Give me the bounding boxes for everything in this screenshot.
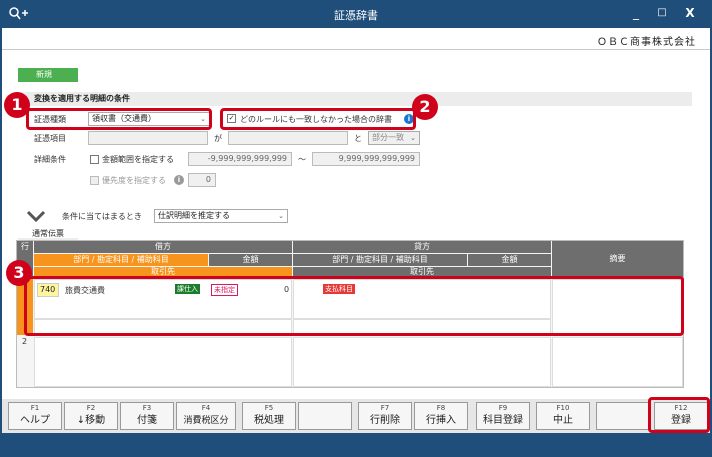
- debit-cell[interactable]: [34, 337, 292, 387]
- f3-sticky-button[interactable]: F3 付箋: [120, 402, 174, 430]
- company-name: ＯＢＣ商事株式会社: [597, 37, 696, 48]
- window-title: 証憑辞書: [334, 9, 378, 22]
- f5-tax-process-button[interactable]: F5 税処理: [242, 402, 296, 430]
- close-button[interactable]: X: [682, 5, 698, 21]
- f11-blank-button[interactable]: [596, 402, 650, 430]
- tab-normal-voucher[interactable]: 通常伝票: [18, 228, 78, 240]
- match-select-value: 部分一致: [372, 133, 404, 142]
- minimize-button[interactable]: _: [628, 5, 644, 21]
- debit-account-header: 部門 / 勘定科目 / 補助科目: [34, 254, 208, 266]
- rule-select-value: 仕訳明細を推定する: [158, 211, 230, 220]
- item-value-input[interactable]: [228, 131, 348, 145]
- amount-range-checkbox[interactable]: [90, 155, 99, 164]
- fkey-label: 行挿入: [426, 415, 456, 426]
- item-select[interactable]: [88, 131, 208, 145]
- credit-amount-header: 金額: [468, 254, 551, 266]
- callout-box-2: [220, 108, 416, 130]
- company-bar: ＯＢＣ商事株式会社: [2, 28, 710, 50]
- maximize-button[interactable]: □: [654, 5, 670, 21]
- ga-label: が: [214, 134, 222, 143]
- tilde-label: ～: [298, 155, 306, 164]
- fkey-code: F2: [86, 404, 96, 412]
- callout-box-1: [26, 108, 212, 130]
- fkey-code: F1: [30, 404, 40, 412]
- amount-range-label: 金額範囲を指定する: [102, 155, 174, 164]
- function-key-bar: F1 ヘルプ F2 ↓移動 F3 付箋 F4 消費税区分 F5 税処理 F7 行削除 F8 行…: [2, 399, 710, 433]
- amount-max-input[interactable]: 9,999,999,999,999: [312, 152, 420, 166]
- f9-register-account-button[interactable]: F9 科目登録: [476, 402, 530, 430]
- new-badge: 新規: [18, 68, 78, 82]
- fkey-code: F5: [264, 404, 274, 412]
- to-label: と: [354, 134, 362, 143]
- credit-account-header: 部門 / 勘定科目 / 補助科目: [293, 254, 467, 266]
- credit-cell[interactable]: [293, 337, 551, 387]
- summary-header: 摘要: [552, 241, 683, 277]
- fkey-label: 付箋: [137, 415, 157, 426]
- conditions-title: 変換を適用する明細の条件: [18, 92, 692, 106]
- f8-insert-row-button[interactable]: F8 行挿入: [414, 402, 468, 430]
- callout-number-1: 1: [4, 92, 30, 118]
- fkey-label: ↓移動: [76, 415, 106, 426]
- callout-number-2: 2: [412, 94, 438, 120]
- info-icon[interactable]: i: [174, 175, 184, 185]
- f1-help-button[interactable]: F1 ヘルプ: [8, 402, 62, 430]
- f7-delete-row-button[interactable]: F7 行削除: [358, 402, 412, 430]
- debit-amount-header: 金額: [209, 254, 292, 266]
- fkey-label: 科目登録: [483, 415, 523, 426]
- fkey-code: F7: [380, 404, 390, 412]
- priority-checkbox[interactable]: [90, 176, 99, 185]
- fkey-label: 中止: [553, 415, 573, 426]
- title-bar: 証憑辞書 _ □ X: [0, 0, 712, 28]
- detail-label: 詳細条件: [34, 155, 66, 164]
- fkey-label: ヘルプ: [20, 415, 50, 426]
- callout-box-f12: [648, 397, 710, 433]
- debit-header: 借方: [34, 241, 292, 253]
- item-label: 証憑項目: [34, 134, 66, 143]
- fkey-label: 税処理: [254, 415, 284, 426]
- fkey-code: F10: [556, 404, 570, 412]
- f2-move-button[interactable]: F2 ↓移動: [64, 402, 118, 430]
- priority-label: 優先度を指定する: [102, 176, 166, 185]
- credit-header: 貸方: [293, 241, 551, 253]
- rule-select[interactable]: 仕訳明細を推定する ⌄: [154, 209, 288, 223]
- app-body: ＯＢＣ商事株式会社 新規 変換を適用する明細の条件 証憑種類 領収書（交通費） …: [2, 28, 710, 433]
- fkey-code: F3: [142, 404, 152, 412]
- fkey-code: F8: [436, 404, 446, 412]
- fkey-label: 消費税区分: [183, 416, 229, 426]
- callout-number-3: 3: [6, 260, 32, 286]
- chevron-down-icon[interactable]: [26, 210, 46, 222]
- match-select[interactable]: 部分一致 ⌄: [368, 131, 420, 145]
- rule-label: 条件に当てはまるとき: [62, 212, 142, 221]
- fkey-code: F4: [201, 404, 211, 412]
- f10-cancel-button[interactable]: F10 中止: [536, 402, 590, 430]
- amount-min-input[interactable]: -9,999,999,999,999: [188, 152, 292, 166]
- row-2-number: 2: [22, 337, 28, 346]
- summary-cell[interactable]: [552, 337, 683, 387]
- fkey-label: 行削除: [370, 415, 400, 426]
- priority-input[interactable]: 0: [188, 173, 216, 187]
- fkey-code: F9: [498, 404, 508, 412]
- status-bar: [0, 433, 712, 457]
- chevron-down-icon: ⌄: [410, 134, 416, 142]
- callout-box-3: [24, 276, 684, 336]
- f6-blank-button[interactable]: [298, 402, 352, 430]
- f4-tax-class-button[interactable]: F4 消費税区分: [176, 402, 236, 430]
- chevron-down-icon: ⌄: [278, 212, 284, 220]
